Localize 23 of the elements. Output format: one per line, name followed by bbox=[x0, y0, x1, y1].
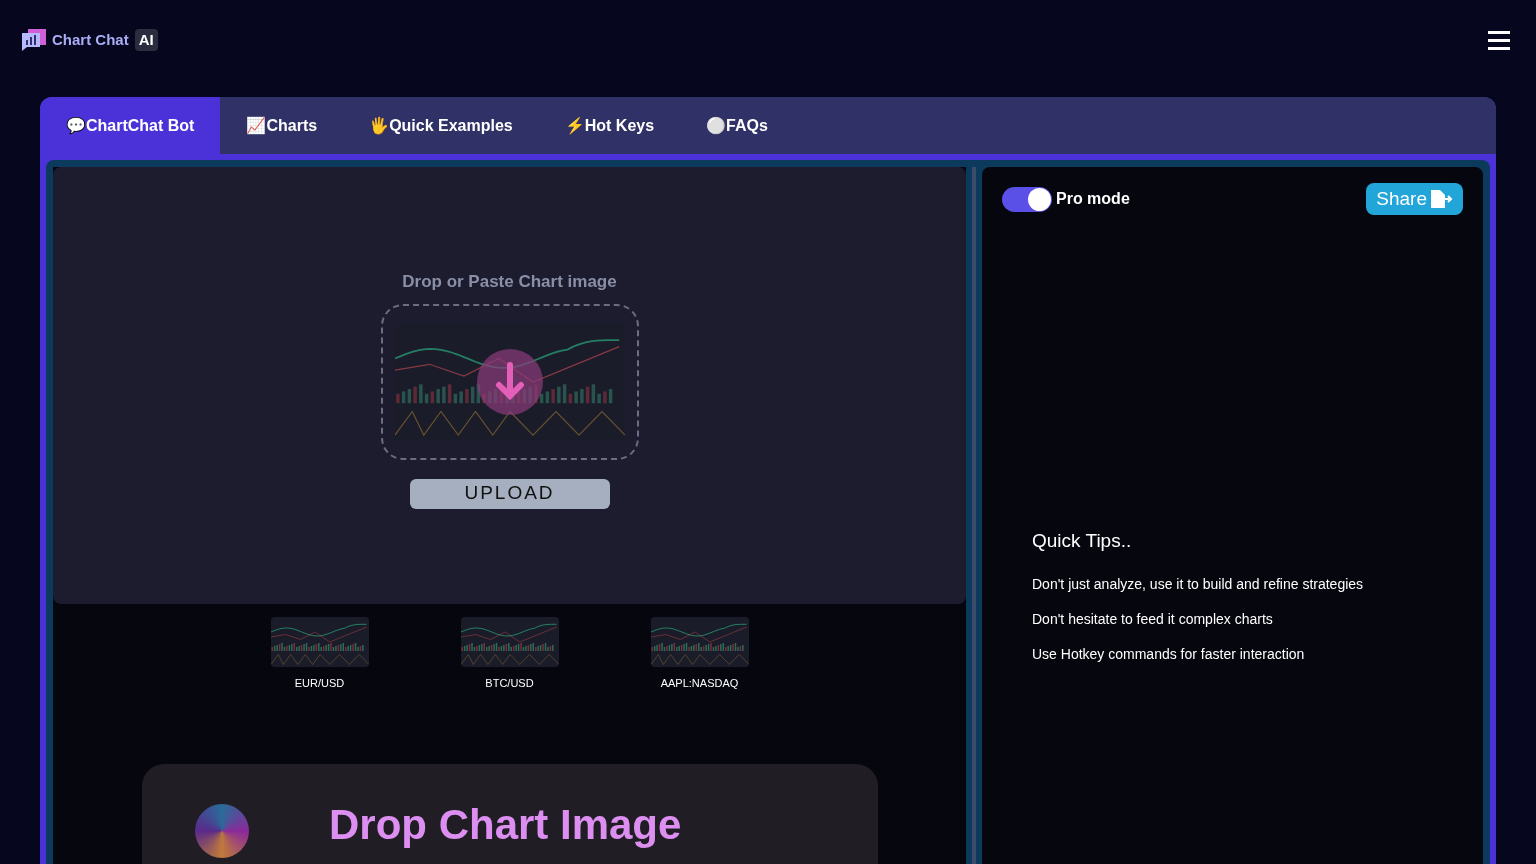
tab[interactable]: 🖐Quick Examples bbox=[343, 97, 539, 154]
tab[interactable]: ⚡Hot Keys bbox=[538, 97, 681, 154]
share-file-icon bbox=[1431, 190, 1453, 208]
brand-name: Chart Chat bbox=[52, 29, 129, 50]
example-chart[interactable]: BTC/USD bbox=[454, 617, 565, 692]
tip-text: Don't just analyze, use it to build and refine strategies bbox=[1032, 574, 1365, 594]
tab[interactable]: 💬ChartChat Bot bbox=[40, 97, 221, 154]
upload-heading: Drop or Paste Chart image bbox=[402, 271, 617, 293]
tab[interactable]: ⚪FAQs bbox=[680, 97, 794, 154]
example-chart[interactable]: AAPL:NASDAQ bbox=[644, 617, 755, 692]
gradient-orb-icon bbox=[195, 803, 249, 858]
tip-text: Don't hesitate to feed it complex charts bbox=[1032, 609, 1274, 629]
drop-card-title: Drop Chart Image bbox=[329, 803, 682, 846]
tab[interactable]: 📈Charts bbox=[220, 97, 344, 154]
logo-icon bbox=[22, 29, 46, 51]
pro-mode-toggle[interactable] bbox=[1002, 186, 1052, 212]
drop-zone[interactable] bbox=[380, 303, 639, 460]
brand-badge: AI bbox=[134, 28, 158, 52]
upload-button[interactable]: UPLOAD bbox=[409, 478, 610, 509]
pro-mode-label: Pro mode bbox=[1056, 189, 1130, 209]
tip-text: Use Hotkey commands for faster interaction bbox=[1032, 644, 1306, 664]
tips-title: Quick Tips.. bbox=[1032, 529, 1133, 553]
example-chart[interactable]: EUR/USD bbox=[264, 617, 375, 692]
